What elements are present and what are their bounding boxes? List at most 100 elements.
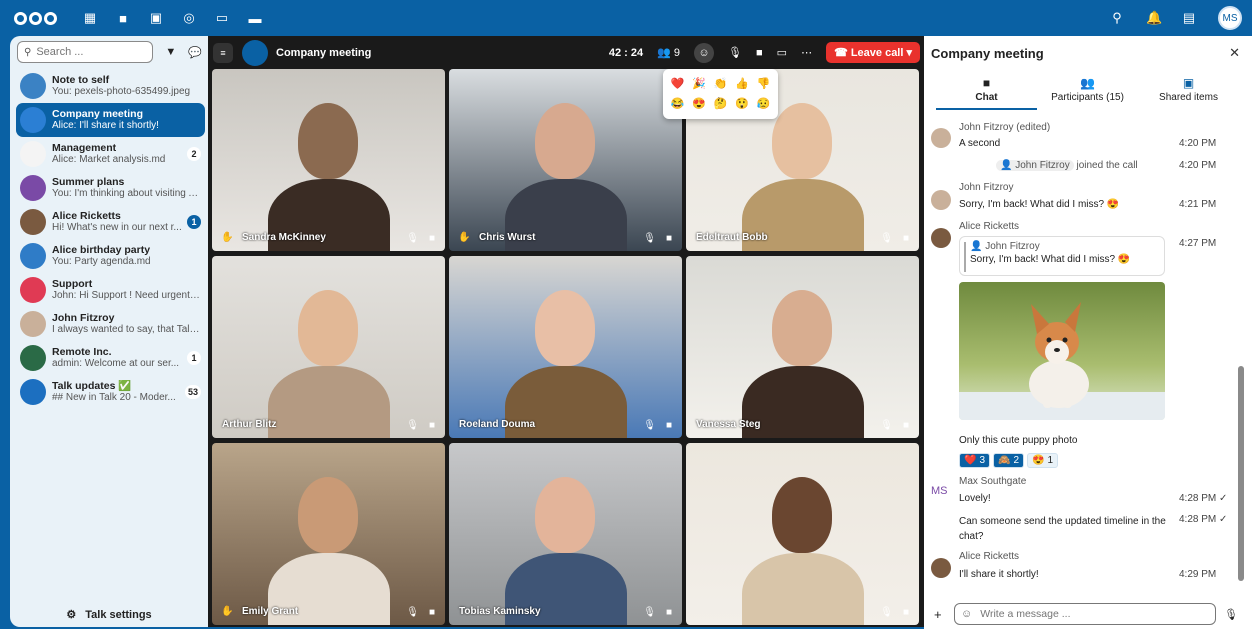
chat-sidebar-title: Company meeting [931,46,1044,61]
gear-icon: ⚙ [66,609,77,621]
microphone-icon[interactable]: 🎙 [728,46,742,59]
reaction-chip[interactable]: 🙈 2 [993,453,1025,468]
tab-chat-label: Chat [975,92,998,103]
talk-app-icon[interactable]: ◎ [181,10,197,26]
participant-name: Chris Wurst [479,232,536,243]
more-options-icon[interactable]: ⋯ [801,46,812,59]
quote-text: Sorry, I'm back! What did I miss? 😍 [970,254,1131,265]
files-app-icon[interactable]: ■ [115,10,131,26]
participant-video-tile[interactable]: 🎙 ■ [686,443,919,625]
raised-hand-icon: ✋ [221,232,234,243]
reaction-emoji[interactable]: 🤔 [710,94,731,114]
avatar [931,190,951,210]
conversation-item[interactable]: Remote Inc. admin: Welcome at our ser... 1 [16,341,205,375]
conversation-list: Note to self You: pexels-photo-635499.jpe… [10,69,208,409]
conversation-item[interactable]: Company meeting Alice: I'll share it shor… [16,103,205,137]
reaction-emoji[interactable]: 😥 [753,94,774,114]
reactions-button[interactable]: ☺ [694,42,715,63]
participant-video-tile[interactable]: Roeland Douma 🎙 ■ [449,256,682,438]
participant-status: 🎙 ■ [406,233,435,244]
contacts-icon[interactable]: ▤ [1182,10,1196,26]
leave-call-button[interactable]: ☎ Leave call ▾ [826,42,920,63]
message-text-line: Can someone send the updated timeline in… [959,516,1166,527]
conversation-item[interactable]: Management Alice: Market analysis.md 2 [16,137,205,171]
conversation-item[interactable]: Support John: Hi Support ! Need urgent h.… [16,273,205,307]
microphone-icon[interactable]: 🎙 [1224,608,1238,621]
reaction-emoji[interactable]: ❤️ [667,74,688,94]
participants-count-button[interactable]: 👥 9 [657,46,680,59]
camera-icon: ■ [665,233,672,244]
add-attachment-icon[interactable]: + [934,607,948,622]
conversation-text: John Fitzroy I always wanted to say, that… [52,312,201,336]
conversation-item[interactable]: Alice Ricketts Hi! What's new in our next… [16,205,205,239]
talk-settings-label: Talk settings [85,609,152,621]
participant-video-tile[interactable]: ✋ Chris Wurst 🎙 ■ [449,69,682,251]
conversation-item[interactable]: Alice birthday party You: Party agenda.md [16,239,205,273]
participant-name: Roeland Douma [459,419,536,430]
camera-icon: ■ [902,607,909,618]
user-avatar[interactable]: MS [1218,6,1242,30]
reaction-emoji[interactable]: 👍 [731,74,752,94]
participant-video-tile[interactable]: Tobias Kaminsky 🎙 ■ [449,443,682,625]
conversation-item[interactable]: Summer plans You: I'm thinking about visi… [16,171,205,205]
leave-call-label: Leave call [850,47,904,59]
message-input-box[interactable]: ☺ [954,603,1216,625]
microphone-icon: 🎙 [880,607,893,618]
screen-share-icon[interactable]: ▭ [777,46,787,59]
deck-app-icon[interactable]: ▬ [247,10,263,26]
conversation-item[interactable]: Note to self You: pexels-photo-635499.jpe… [16,69,205,103]
participant-head [535,103,595,179]
participant-head [298,290,358,366]
new-conversation-icon[interactable]: 💬 [188,46,202,59]
participant-video-tile[interactable]: ✋ Emily Grant 🎙 ■ [212,443,445,625]
camera-icon[interactable]: ■ [756,47,763,59]
reaction-emoji[interactable]: 😍 [688,94,709,114]
reaction-chip[interactable]: ❤️ 3 [959,453,991,468]
calendar-app-icon[interactable]: ▭ [214,10,230,26]
reaction-emoji[interactable]: 😲 [731,94,752,114]
message-input[interactable] [980,608,1181,620]
conversation-search[interactable]: ⚲ [17,41,154,63]
reaction-count: 3 [979,455,986,466]
microphone-icon: 🎙 [406,420,419,431]
search-input[interactable] [36,46,137,58]
dashboard-app-icon[interactable]: ▦ [82,10,98,26]
participant-video-tile[interactable]: Vanessa Steg 🎙 ■ [686,256,919,438]
quoted-message[interactable]: 👤 John Fitzroy Sorry, I'm back! What did… [959,236,1165,276]
reaction-emoji[interactable]: 🎉 [688,74,709,94]
tab-chat[interactable]: ■ Chat [936,76,1037,110]
reaction-emoji[interactable]: 😂 [667,94,688,114]
photos-app-icon[interactable]: ▣ [148,10,164,26]
message-text: Only this cute puppy photo [959,435,1078,446]
conversation-last-message: Alice: I'll share it shortly! [52,120,159,131]
message-text: A second [959,138,1001,149]
message-time: 4:21 PM [1179,199,1217,210]
chat-scrollbar[interactable] [1238,116,1244,586]
notifications-icon[interactable]: 🔔 [1146,10,1162,26]
reaction-chip[interactable]: 😍 1 [1027,453,1059,468]
emoji-icon[interactable]: ☺ [961,608,972,620]
scrollbar-thumb[interactable] [1238,366,1244,581]
puppy-image[interactable] [959,282,1165,420]
close-icon[interactable]: ✕ [1229,45,1240,61]
conversations-sidebar: ⚲ ▼ 💬 Note to selfYou: pexels-photo-6354… [10,36,208,627]
message-time: 4:20 PM [1179,160,1217,171]
conversation-item[interactable]: John Fitzroy I always wanted to say, that… [16,307,205,341]
participant-video-tile[interactable]: ✋ Sandra McKinney 🎙 ■ [212,69,445,251]
search-icon[interactable]: ⚲ [1110,10,1124,26]
tab-shared-items[interactable]: ▣ Shared items [1138,76,1239,110]
conversation-last-message: admin: Welcome at our ser... [52,358,180,369]
reaction-emoji[interactable]: 👎 [753,74,774,94]
conversation-text: Company meeting Alice: I'll share it shor… [52,108,201,132]
avatar [931,228,951,248]
camera-icon: ■ [665,607,672,618]
filter-icon[interactable]: ▼ [165,46,176,58]
reaction-emoji[interactable]: 👏 [710,74,731,94]
talk-settings-button[interactable]: ⚙ Talk settings [10,608,208,621]
conversation-last-message: I always wanted to say, that Talk ... [52,324,201,335]
tab-participants[interactable]: 👥 Participants (15) [1037,76,1138,110]
nextcloud-logo[interactable] [14,8,58,28]
conversation-item[interactable]: Talk updates ✅ ## New in Talk 20 - Moder.… [16,375,205,409]
sidebar-toggle-icon[interactable]: ≡ [213,43,233,63]
participant-video-tile[interactable]: Arthur Blitz 🎙 ■ [212,256,445,438]
